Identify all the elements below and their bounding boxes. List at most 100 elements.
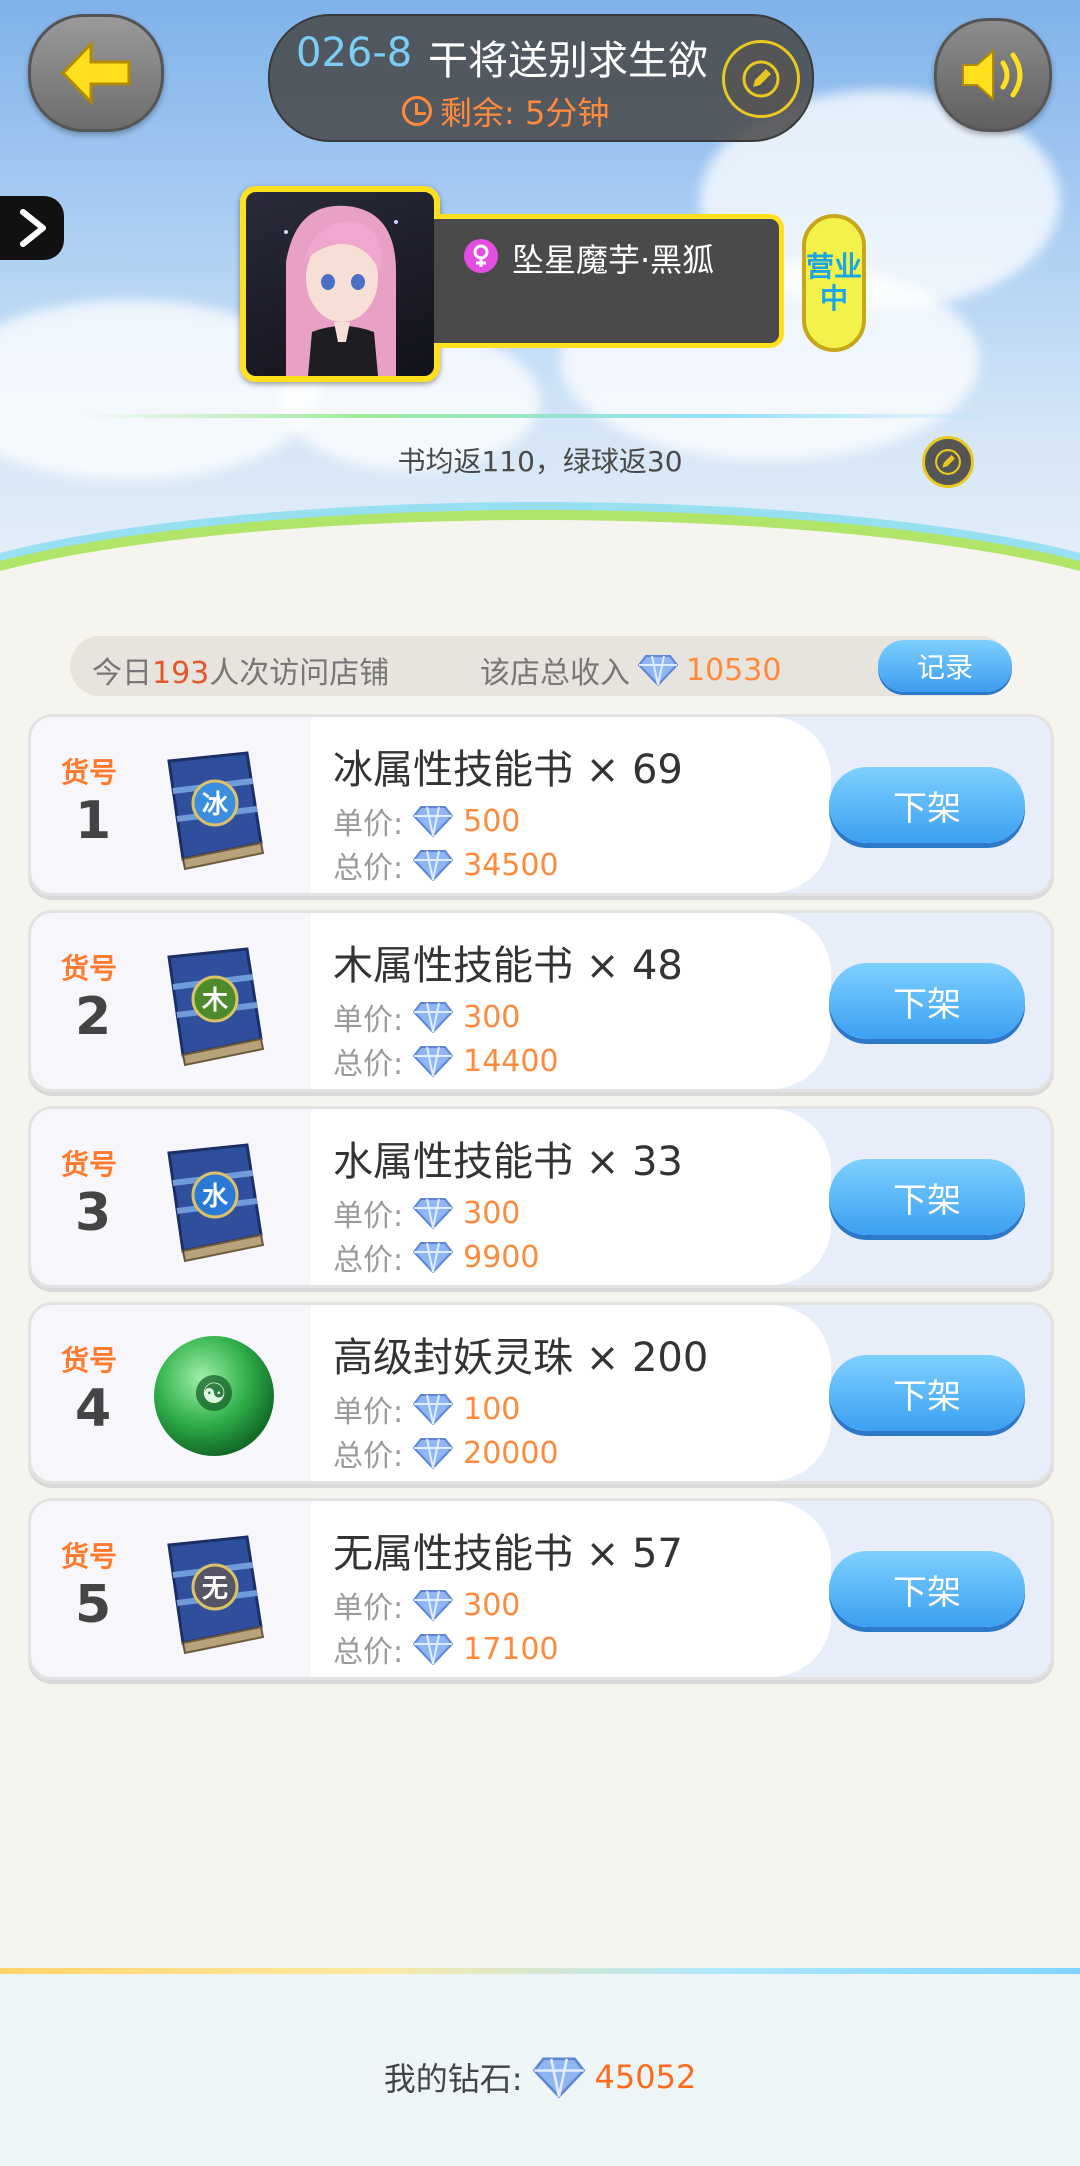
list-item: 货号 3 水 水属性技能书 × 33 单价: 300 总价: 9900 下架 <box>28 1106 1054 1288</box>
item-no-label: 货号 <box>61 952 118 985</box>
item-number: 3 <box>75 1183 112 1243</box>
owner-name: 坠星魔芋·黑狐 <box>512 241 715 279</box>
my-diamond-balance: 我的钻石: 45052 <box>0 2054 1080 2100</box>
pencil-icon <box>742 60 780 98</box>
total-price-row: 总价: 20000 <box>333 1431 559 1475</box>
total-price-value: 14400 <box>463 1043 559 1079</box>
total-price-label: 总价: <box>333 1635 404 1670</box>
unlist-button[interactable]: 下架 <box>829 963 1025 1039</box>
unlist-button[interactable]: 下架 <box>829 767 1025 843</box>
diamond-icon <box>413 1046 454 1077</box>
shop-status-badge: 营业 中 <box>802 214 866 352</box>
unit-price-value: 300 <box>463 1587 521 1623</box>
diamond-icon <box>413 1590 454 1621</box>
sound-button[interactable] <box>934 18 1052 132</box>
unlist-button[interactable]: 下架 <box>829 1551 1025 1627</box>
edit-notice-button[interactable] <box>922 436 974 488</box>
svg-text:☯: ☯ <box>201 1377 226 1410</box>
unit-price-value: 100 <box>463 1391 521 1427</box>
female-gender-icon <box>464 239 498 273</box>
visit-count: 193 <box>152 656 210 691</box>
item-name: 木属性技能书 × 48 <box>333 943 683 989</box>
unit-price-label: 单价: <box>333 1003 404 1038</box>
unlist-button[interactable]: 下架 <box>829 1159 1025 1235</box>
diamond-icon <box>413 850 454 881</box>
income-label: 该店总收入 <box>480 656 630 691</box>
item-number: 5 <box>75 1575 112 1635</box>
divider <box>80 414 1000 418</box>
back-button[interactable] <box>28 14 164 132</box>
item-name: 高级封妖灵珠 × 200 <box>333 1335 709 1381</box>
side-expand-button[interactable] <box>0 196 64 260</box>
list-item: 货号 5 无 无属性技能书 × 57 单价: 300 总价: 17100 下架 <box>28 1498 1054 1680</box>
footer-bar: 我的钻石: 45052 <box>0 1968 1080 2166</box>
unit-price-row: 单价: 100 <box>333 1387 520 1431</box>
speaker-icon <box>962 48 1023 102</box>
unit-price-value: 300 <box>463 999 521 1035</box>
unit-price-row: 单价: 500 <box>333 799 520 843</box>
total-price-row: 总价: 34500 <box>333 843 559 887</box>
time-remaining-text: 剩余: 5分钟 <box>440 94 610 132</box>
avatar-illustration <box>284 205 398 376</box>
status-line-1: 营业 <box>806 250 863 283</box>
diamond-icon <box>413 1438 454 1469</box>
svg-text:冰: 冰 <box>202 790 229 820</box>
svg-text:木: 木 <box>201 986 228 1016</box>
unlist-button[interactable]: 下架 <box>829 1355 1025 1431</box>
unit-price-label: 单价: <box>333 1395 404 1430</box>
svg-text:水: 水 <box>202 1182 229 1212</box>
edit-title-button[interactable] <box>722 40 800 118</box>
wood-skill-book-icon: 木 <box>167 947 265 1067</box>
water-skill-book-icon: 水 <box>167 1143 265 1263</box>
owner-panel: 坠星魔芋·黑狐 <box>434 214 784 348</box>
svg-text:无: 无 <box>202 1574 228 1604</box>
unit-price-label: 单价: <box>333 1199 404 1234</box>
total-price-value: 34500 <box>463 847 559 883</box>
visit-stat: 今日193人次访问店铺 <box>92 648 389 692</box>
item-number: 2 <box>75 987 112 1047</box>
item-no-label: 货号 <box>61 756 118 789</box>
shop-code: 026-8 <box>296 30 413 76</box>
item-name: 冰属性技能书 × 69 <box>333 747 683 793</box>
item-no-label: 货号 <box>61 1540 118 1573</box>
item-number: 4 <box>75 1379 112 1439</box>
unit-price-label: 单价: <box>333 1591 404 1626</box>
clock-icon <box>402 96 432 126</box>
total-price-label: 总价: <box>333 1047 404 1082</box>
item-no-label: 货号 <box>61 1148 118 1181</box>
owner-avatar[interactable] <box>240 186 440 382</box>
my-diamond-value: 45052 <box>594 2058 697 2096</box>
green-spirit-orb-icon: ☯ <box>154 1336 274 1456</box>
unit-price-row: 单价: 300 <box>333 995 520 1039</box>
my-diamond-label: 我的钻石: <box>383 2060 523 2098</box>
total-price-value: 9900 <box>463 1239 540 1275</box>
total-price-value: 17100 <box>463 1631 559 1667</box>
back-arrow-icon <box>60 40 131 106</box>
diamond-icon <box>413 1002 454 1033</box>
item-name: 水属性技能书 × 33 <box>333 1139 683 1185</box>
income-value: 10530 <box>686 652 782 688</box>
unit-price-value: 500 <box>463 803 521 839</box>
diamond-icon <box>532 2057 585 2098</box>
unit-price-value: 300 <box>463 1195 521 1231</box>
total-price-label: 总价: <box>333 851 404 886</box>
shop-stats-bar: 今日193人次访问店铺 该店总收入 10530 记录 <box>70 636 1012 696</box>
total-price-row: 总价: 14400 <box>333 1039 559 1083</box>
hero-curve <box>0 520 1080 620</box>
diamond-icon <box>638 655 678 686</box>
item-name: 无属性技能书 × 57 <box>333 1531 683 1577</box>
shop-notice: 书均返110，绿球返30 <box>397 445 683 478</box>
diamond-icon <box>413 1198 454 1229</box>
total-price-value: 20000 <box>463 1435 559 1471</box>
record-button[interactable]: 记录 <box>878 640 1012 692</box>
income-stat: 该店总收入 10530 <box>480 648 781 692</box>
item-number: 1 <box>75 791 112 851</box>
chevron-right-icon <box>20 209 46 247</box>
list-item: 货号 4 ☯ 高级封妖灵珠 × 200 单价: 100 总价: 20000 下架 <box>28 1302 1054 1484</box>
shop-title-box: 026-8 干将送别求生欲 剩余: 5分钟 <box>268 14 814 142</box>
pencil-icon <box>935 449 961 475</box>
total-price-label: 总价: <box>333 1439 404 1474</box>
ice-skill-book-icon: 冰 <box>167 751 265 871</box>
visit-prefix: 今日 <box>92 656 152 691</box>
unit-price-label: 单价: <box>333 807 404 842</box>
